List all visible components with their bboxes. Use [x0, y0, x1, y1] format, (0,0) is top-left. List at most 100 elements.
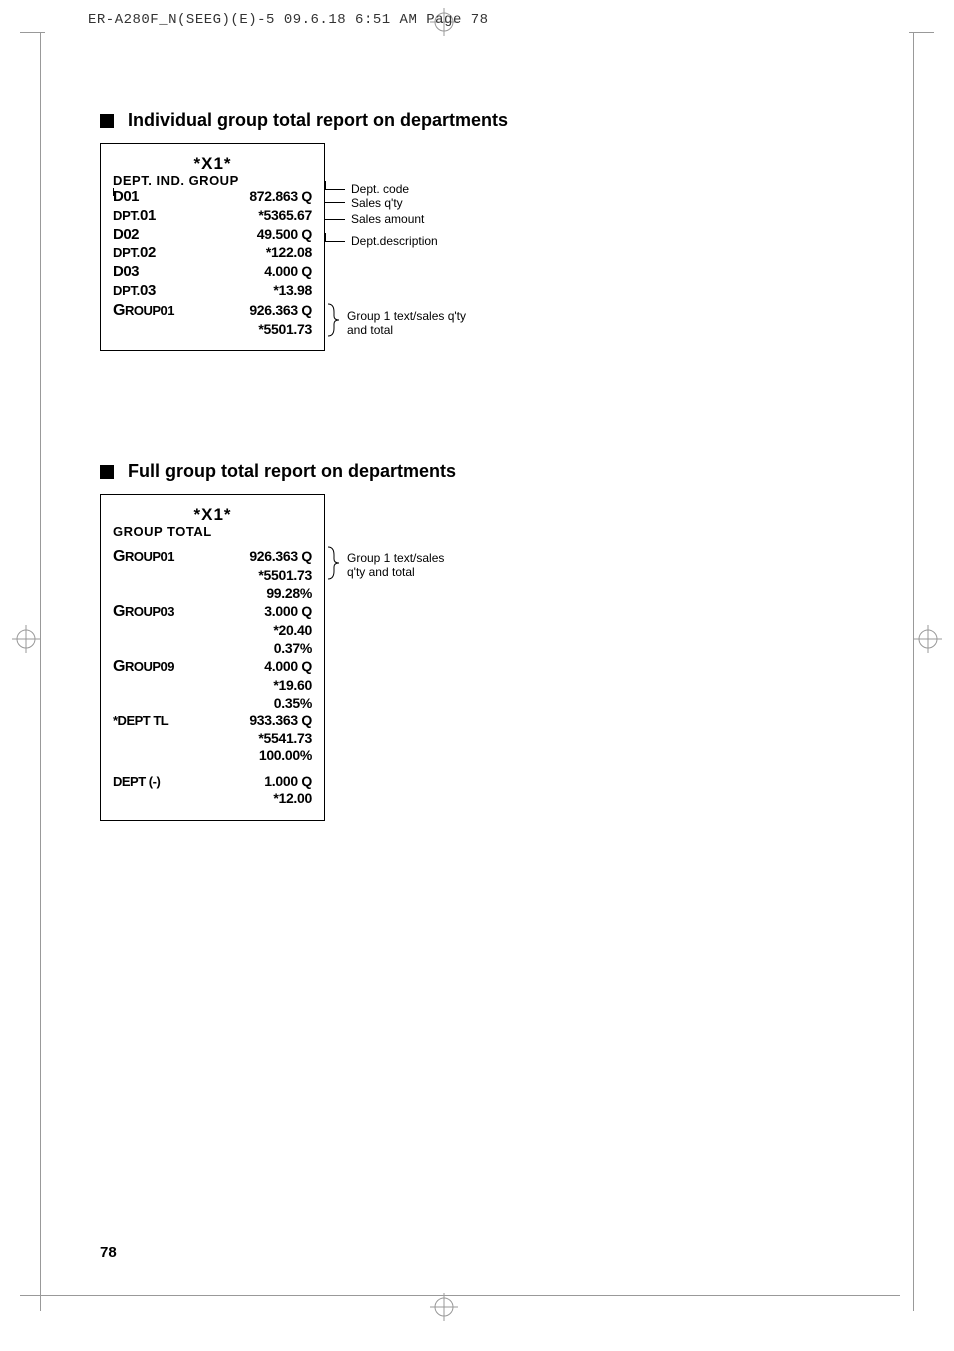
- receipt-header: *X1* GROUP TOTAL: [113, 505, 312, 539]
- section-individual-group: Individual group total report on departm…: [100, 110, 854, 351]
- receipt-line-left: GROUP01: [113, 301, 174, 321]
- receipt-line-right: 872.863 Q: [249, 188, 312, 206]
- annotation-line: [325, 181, 326, 189]
- receipt-line-right: *5501.73: [258, 567, 312, 585]
- receipt-line-right: 933.363 Q: [249, 712, 312, 730]
- receipt-line-right: 4.000 Q: [264, 263, 312, 281]
- receipt-line: *5501.73: [113, 321, 312, 339]
- receipt-line-right: 99.28%: [266, 585, 312, 603]
- receipt-line: GROUP01926.363 Q: [113, 547, 312, 567]
- bullet-icon: [100, 465, 114, 479]
- annotation-line: [325, 189, 345, 190]
- receipt-line-right: *13.98: [273, 282, 312, 300]
- receipt-rows: GROUP01926.363 Q*5501.7399.28%GROUP033.0…: [113, 539, 312, 808]
- receipt-line-left: GROUP01: [113, 547, 174, 567]
- receipt-line: DEPT (-) 1.000 Q: [113, 773, 312, 791]
- annotation-line: [325, 233, 326, 241]
- receipt-line-right: 1.000 Q: [264, 773, 312, 791]
- receipt-star-header: *X1*: [113, 505, 312, 525]
- bullet-icon: [100, 114, 114, 128]
- receipt-dpt-number: 01: [140, 207, 156, 224]
- receipt-line: 100.00%: [113, 747, 312, 765]
- annotation-line: [325, 202, 345, 203]
- section-full-group: Full group total report on departments *…: [100, 461, 854, 821]
- receipt-line: D0249.500 Q: [113, 226, 312, 245]
- receipt-line: *19.60: [113, 677, 312, 695]
- receipt-line-right: 0.35%: [274, 695, 312, 713]
- receipt-line-left: D03: [113, 263, 139, 282]
- receipt-grp-rest: ROUP03: [125, 604, 174, 619]
- receipt-line-left: DPT.03: [113, 282, 156, 301]
- receipt-line-left: GROUP03: [113, 602, 174, 622]
- receipt-line: 0.37%: [113, 640, 312, 658]
- receipt-star-header: *X1*: [113, 154, 312, 174]
- section-title-row: Individual group total report on departm…: [100, 110, 854, 131]
- receipt-line-right: 49.500 Q: [257, 226, 312, 244]
- report-row: *X1* DEPT. IND. GROUP D01872.863 QDPT.01…: [100, 143, 854, 351]
- receipt-line-right: *5501.73: [258, 321, 312, 339]
- receipt-line-right: 4.000 Q: [264, 658, 312, 676]
- annotation-line: [325, 219, 345, 220]
- receipt-dpt-number: 03: [140, 282, 156, 299]
- receipt-line-left: DEPT (-): [113, 774, 160, 790]
- receipt-line: GROUP01 926.363 Q: [113, 301, 312, 321]
- receipt-grp-initial: G: [113, 658, 125, 675]
- receipt-box-1: *X1* DEPT. IND. GROUP D01872.863 QDPT.01…: [100, 143, 325, 351]
- content-area: Individual group total report on departm…: [100, 110, 854, 931]
- receipt-line-right: 926.363 Q: [249, 302, 312, 320]
- receipt-rows: D01872.863 QDPT.01*5365.67D0249.500 QDPT…: [113, 188, 312, 338]
- annotation-line: [325, 241, 345, 242]
- receipt-line: *5501.73: [113, 567, 312, 585]
- receipt-line: *5541.73: [113, 730, 312, 748]
- receipt-box-2: *X1* GROUP TOTAL GROUP01926.363 Q*5501.7…: [100, 494, 325, 821]
- receipt-line: D01 872.863 Q: [113, 188, 312, 207]
- receipt-line-right: *19.60: [273, 677, 312, 695]
- receipt-dpt-prefix: DPT.: [113, 208, 140, 223]
- annotation-group1-line1: Group 1 text/sales: [347, 551, 444, 565]
- receipt-subheader: DEPT. IND. GROUP: [113, 173, 312, 188]
- receipt-line: 0.35%: [113, 695, 312, 713]
- annotation-sales-qty: Sales q'ty: [351, 196, 403, 210]
- receipt-line: DPT.03 *13.98: [113, 282, 312, 301]
- report-row: *X1* GROUP TOTAL GROUP01926.363 Q*5501.7…: [100, 494, 854, 821]
- tick-mark: [113, 188, 114, 196]
- annotation-dept-code: Dept. code: [351, 182, 409, 196]
- section-title-row: Full group total report on departments: [100, 461, 854, 482]
- receipt-header: *X1* DEPT. IND. GROUP: [113, 154, 312, 188]
- receipt-grp-initial: G: [113, 603, 125, 620]
- receipt-spacer: [113, 539, 312, 547]
- annotation-sales-amount: Sales amount: [351, 212, 424, 226]
- receipt-line-left: *DEPT TL: [113, 713, 168, 729]
- receipt-line: D03 4.000 Q: [113, 263, 312, 282]
- receipt-line-left: DPT.01: [113, 207, 156, 226]
- receipt-line-left: D01: [113, 188, 139, 207]
- receipt-grp-rest: ROUP01: [125, 549, 174, 564]
- receipt-subheader: GROUP TOTAL: [113, 524, 312, 539]
- section-title: Individual group total report on departm…: [128, 110, 508, 131]
- annotation-dept-desc: Dept.description: [351, 234, 438, 248]
- section-title: Full group total report on departments: [128, 461, 456, 482]
- receipt-dpt-number: 02: [140, 244, 156, 261]
- page-number: 78: [100, 1244, 117, 1261]
- receipt-line-right: *20.40: [273, 622, 312, 640]
- receipt-dpt-prefix: DPT.: [113, 283, 140, 298]
- receipt-line-left: GROUP09: [113, 657, 174, 677]
- receipt-line: 99.28%: [113, 585, 312, 603]
- receipt-grp-initial: G: [113, 302, 125, 319]
- receipt-line-left: DPT.02: [113, 244, 156, 263]
- receipt-line: *20.40: [113, 622, 312, 640]
- bracket-icon: [327, 303, 345, 340]
- page-outer: ER-A280F_N(SEEG)(E)-5 09.6.18 6:51 AM Pa…: [0, 0, 954, 1351]
- annotation-group1-line1: Group 1 text/sales q'ty: [347, 309, 466, 323]
- receipt-grp-rest: ROUP09: [125, 659, 174, 674]
- receipt-grp-initial: G: [113, 548, 125, 565]
- receipt-line: GROUP033.000 Q: [113, 602, 312, 622]
- receipt-line-right: 0.37%: [274, 640, 312, 658]
- receipt-line-right: 100.00%: [259, 747, 312, 765]
- receipt-line: GROUP09 4.000 Q: [113, 657, 312, 677]
- receipt-line: DPT.02*122.08: [113, 244, 312, 263]
- annotation-group1-line2: q'ty and total: [347, 565, 415, 579]
- annotation-group1-line2: and total: [347, 323, 393, 337]
- receipt-line-right: *12.00: [273, 790, 312, 808]
- receipt-line: DPT.01*5365.67: [113, 207, 312, 226]
